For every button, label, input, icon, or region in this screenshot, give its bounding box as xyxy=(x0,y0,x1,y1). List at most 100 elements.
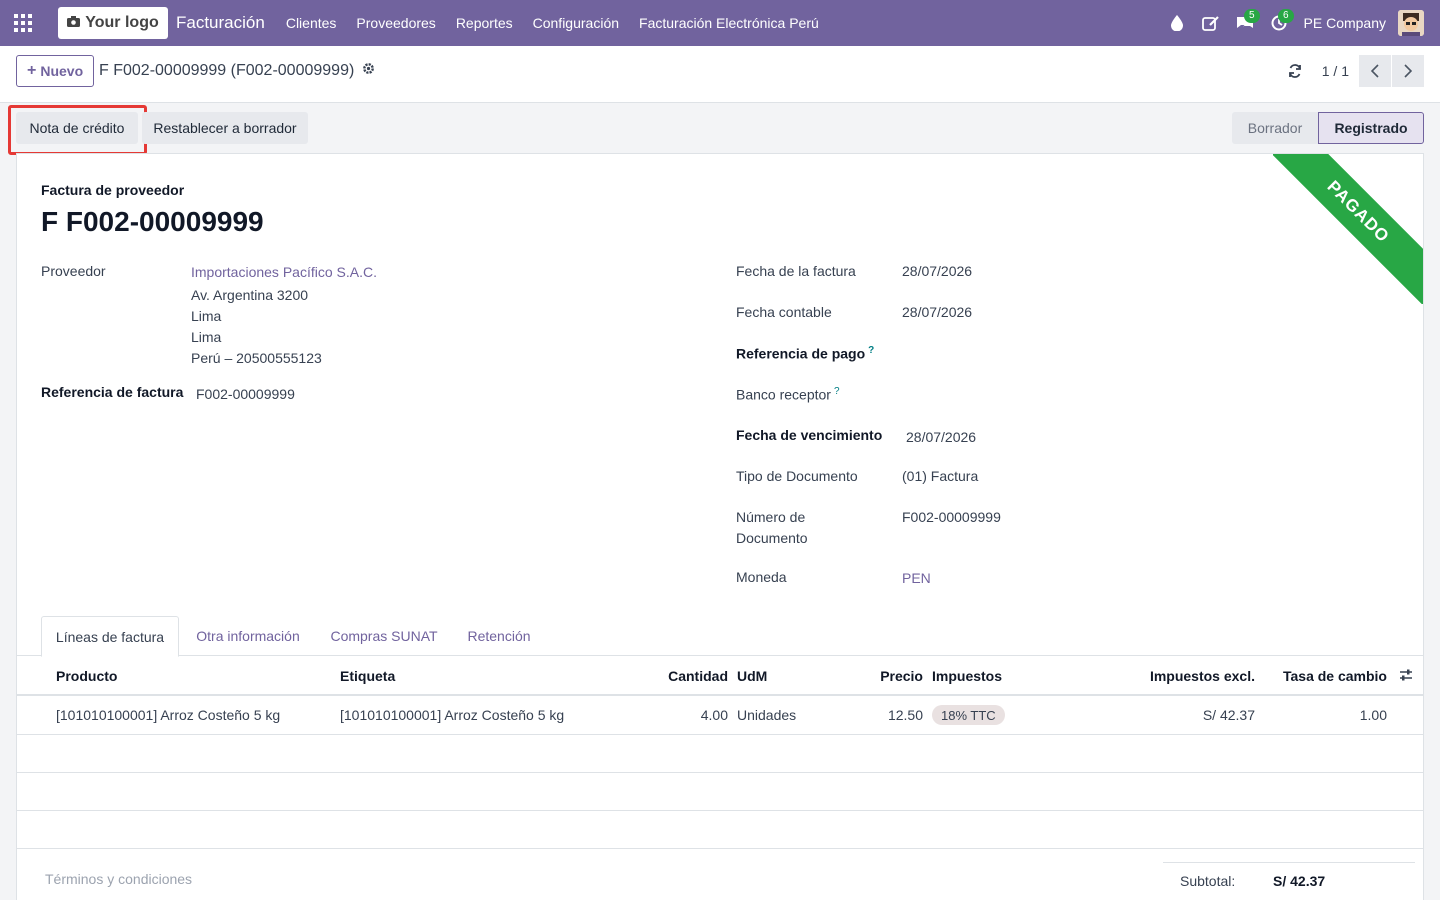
tab-sunat-purchases[interactable]: Compras SUNAT xyxy=(321,616,447,656)
edit-icon[interactable] xyxy=(1194,0,1228,46)
menu-item-clientes[interactable]: Clientes xyxy=(276,15,347,31)
invoice-date-label: Fecha de la factura xyxy=(736,263,856,279)
payment-reference-label: Referencia de pago? xyxy=(736,345,874,362)
company-logo[interactable]: Your logo xyxy=(58,7,168,39)
due-date-field[interactable]: 28/07/2026 xyxy=(906,429,976,445)
column-label[interactable]: Etiqueta xyxy=(340,668,395,684)
chevron-left-icon xyxy=(1371,64,1379,78)
state-posted[interactable]: Registrado xyxy=(1318,112,1424,144)
table-row[interactable]: [101010100001] Arroz Costeño 5 kg [10101… xyxy=(17,697,1423,735)
document-number-label: Documento xyxy=(736,530,808,546)
highlight-box xyxy=(8,105,147,155)
chevron-right-icon xyxy=(1404,64,1412,78)
column-price[interactable]: Precio xyxy=(880,668,923,684)
payment-reference-label-text: Referencia de pago xyxy=(736,345,866,362)
paid-ribbon: PAGADO xyxy=(1273,154,1423,304)
form-sheet: PAGADO Factura de proveedor F F002-00009… xyxy=(16,153,1424,900)
apps-menu-icon[interactable] xyxy=(0,0,46,46)
notebook-tabs: Líneas de factura Otra información Compr… xyxy=(17,616,1423,657)
row-exchange-rate[interactable]: 1.00 xyxy=(1360,707,1387,723)
empty-row xyxy=(17,811,1423,849)
refresh-icon[interactable] xyxy=(1280,55,1310,87)
row-label[interactable]: [101010100001] Arroz Costeño 5 kg xyxy=(340,707,564,723)
activities-badge: 6 xyxy=(1277,9,1294,23)
accounting-date-field[interactable]: 28/07/2026 xyxy=(902,304,972,320)
activities-icon[interactable]: 6 xyxy=(1262,0,1296,46)
menu-item-facturacion-electronica[interactable]: Facturación Electrónica Perú xyxy=(629,15,829,31)
receiving-bank-label: Banco receptor? xyxy=(736,386,840,403)
messages-badge: 5 xyxy=(1243,9,1260,23)
status-bar: Nota de crédito Restablecer a borrador B… xyxy=(0,103,1440,155)
document-number-field[interactable]: F002-00009999 xyxy=(902,509,1001,525)
pager: 1 / 1 xyxy=(1280,55,1424,87)
user-avatar[interactable] xyxy=(1398,10,1424,36)
pager-next-button[interactable] xyxy=(1392,55,1424,87)
column-uom[interactable]: UdM xyxy=(737,668,767,684)
camera-icon xyxy=(67,14,81,32)
terms-input[interactable]: Términos y condiciones xyxy=(45,871,192,887)
column-settings-icon[interactable] xyxy=(1399,668,1413,685)
row-subtotal: S/ 42.37 xyxy=(1202,707,1255,723)
help-icon[interactable]: ? xyxy=(868,345,874,356)
document-name: F F002-00009999 xyxy=(41,206,264,237)
tax-tag[interactable]: 18% TTC xyxy=(932,705,1005,725)
menu-item-reportes[interactable]: Reportes xyxy=(446,15,523,31)
tab-retention[interactable]: Retención xyxy=(457,616,541,656)
vendor-label: Proveedor xyxy=(41,263,106,279)
column-quantity[interactable]: Cantidad xyxy=(668,668,728,684)
menu-item-configuracion[interactable]: Configuración xyxy=(523,15,629,31)
empty-row xyxy=(17,773,1423,811)
column-exchange-rate[interactable]: Tasa de cambio xyxy=(1283,668,1387,684)
new-button[interactable]: + Nuevo xyxy=(16,55,95,87)
invoice-date-field[interactable]: 28/07/2026 xyxy=(902,263,972,279)
row-product[interactable]: [101010100001] Arroz Costeño 5 kg xyxy=(56,707,280,723)
tab-invoice-lines[interactable]: Líneas de factura xyxy=(41,616,179,657)
due-date-label: Fecha de vencimiento xyxy=(736,427,883,443)
paid-ribbon-label: PAGADO xyxy=(1273,154,1423,304)
drop-icon[interactable] xyxy=(1160,0,1194,46)
document-type-label: Tipo de Documento xyxy=(736,468,858,484)
currency-label: Moneda xyxy=(736,569,787,585)
bill-reference-field[interactable]: F002-00009999 xyxy=(196,386,295,402)
row-price[interactable]: 12.50 xyxy=(888,707,923,723)
reset-to-draft-button[interactable]: Restablecer a borrador xyxy=(142,112,308,144)
top-navbar: Your logo Facturación Clientes Proveedor… xyxy=(0,0,1440,46)
subtotal-label: Subtotal: xyxy=(1180,873,1236,889)
state-draft[interactable]: Borrador xyxy=(1232,112,1318,144)
column-taxes[interactable]: Impuestos xyxy=(932,668,1002,684)
currency-link[interactable]: PEN xyxy=(902,570,931,586)
column-product[interactable]: Producto xyxy=(56,668,117,684)
row-quantity[interactable]: 4.00 xyxy=(701,707,728,723)
tab-other-info[interactable]: Otra información xyxy=(185,616,311,656)
accounting-date-label: Fecha contable xyxy=(736,304,832,320)
row-uom[interactable]: Unidades xyxy=(737,707,796,723)
messages-icon[interactable]: 5 xyxy=(1228,0,1262,46)
state-selector: Borrador Registrado xyxy=(1232,112,1424,144)
help-icon[interactable]: ? xyxy=(834,386,840,397)
company-switcher[interactable]: PE Company xyxy=(1304,15,1386,31)
logo-text: Your logo xyxy=(85,14,159,31)
vendor-address-line: Lima xyxy=(191,329,222,345)
app-brand[interactable]: Facturación xyxy=(176,13,265,33)
navbar-systray: 5 6 PE Company xyxy=(1160,0,1440,46)
receiving-bank-label-text: Banco receptor xyxy=(736,386,831,403)
subtotal-value: S/ 42.37 xyxy=(1273,873,1326,889)
pager-value[interactable]: 1 / 1 xyxy=(1322,63,1349,79)
totals-divider xyxy=(1163,862,1415,863)
invoice-lines-header: Producto Etiqueta Cantidad UdM Precio Im… xyxy=(17,656,1423,696)
vendor-link[interactable]: Importaciones Pacífico S.A.C. xyxy=(191,264,377,280)
breadcrumb: F F002-00009999 (F002-00009999) xyxy=(99,62,375,80)
menu-item-proveedores[interactable]: Proveedores xyxy=(346,15,445,31)
vendor-address-line: Lima xyxy=(191,308,222,324)
bill-reference-label: Referencia de factura xyxy=(41,384,184,400)
document-type-field[interactable]: (01) Factura xyxy=(902,468,978,484)
empty-row xyxy=(17,735,1423,773)
column-subtotal[interactable]: Impuestos excl. xyxy=(1150,668,1255,684)
document-number-label: Número de xyxy=(736,509,806,525)
pager-previous-button[interactable] xyxy=(1359,55,1391,87)
gear-icon[interactable] xyxy=(362,62,375,80)
vendor-address-line: Perú – 20500555123 xyxy=(191,350,322,366)
new-button-label: Nuevo xyxy=(40,63,84,79)
document-type-title: Factura de proveedor xyxy=(41,182,185,198)
vendor-address-line: Av. Argentina 3200 xyxy=(191,287,309,303)
